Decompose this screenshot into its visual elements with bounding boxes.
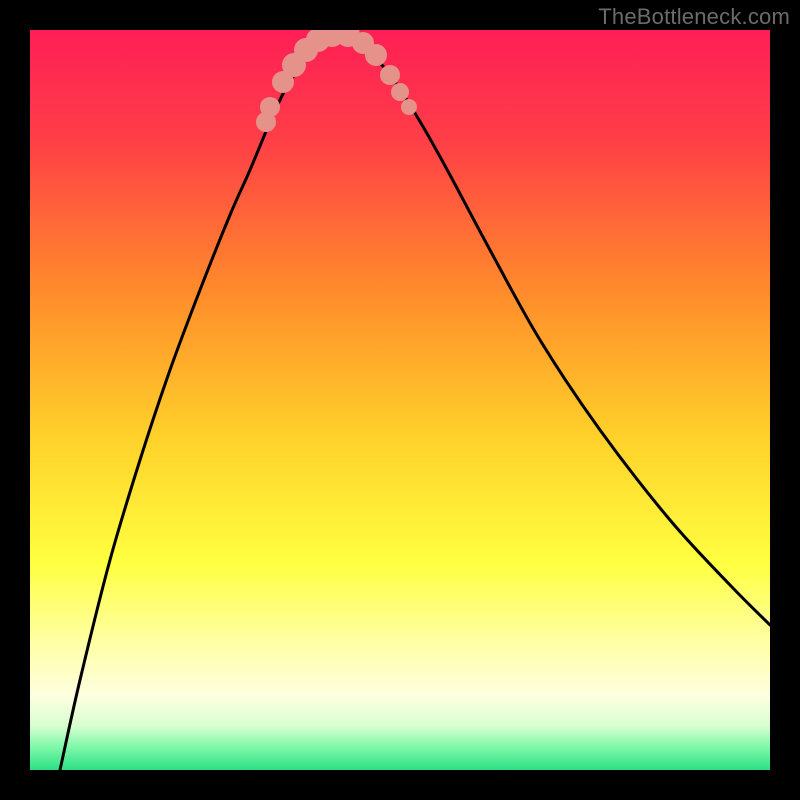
chart-frame: [30, 30, 770, 770]
data-marker: [380, 65, 400, 85]
gradient-background: [30, 30, 770, 770]
attribution-text: TheBottleneck.com: [598, 4, 790, 30]
bottleneck-chart: [30, 30, 770, 770]
data-marker: [391, 83, 409, 101]
data-marker: [365, 44, 387, 66]
data-marker: [260, 97, 280, 117]
data-marker: [401, 99, 417, 115]
